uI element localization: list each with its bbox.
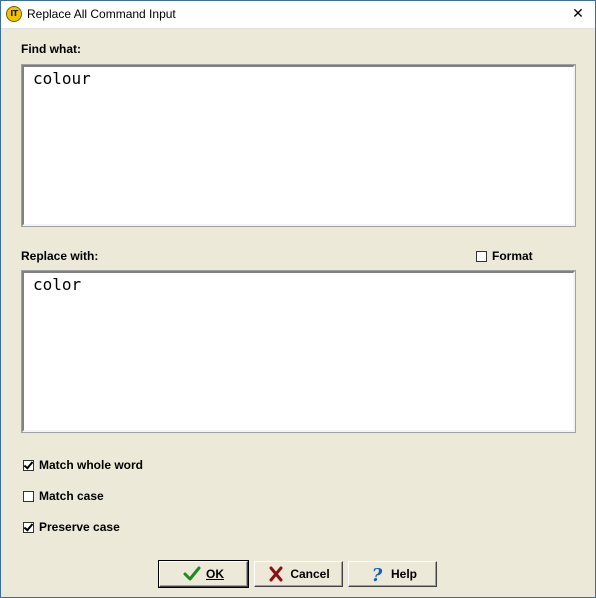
help-button-label: Help: [390, 567, 417, 581]
title-bar[interactable]: IT Replace All Command Input ✕: [1, 1, 595, 29]
format-label: Format: [492, 249, 533, 263]
match-case-label: Match case: [39, 489, 104, 503]
match-whole-word-row[interactable]: Match whole word: [23, 457, 143, 473]
replace-all-dialog: IT Replace All Command Input ✕ Find what…: [0, 0, 596, 598]
cancel-button[interactable]: Cancel: [254, 561, 343, 587]
x-mark-icon: [267, 565, 285, 583]
checkmark-icon: [183, 565, 201, 583]
question-mark-icon: ?: [368, 565, 386, 583]
preserve-case-label: Preserve case: [39, 520, 120, 534]
ok-button-label: OK: [206, 567, 224, 581]
replace-with-input[interactable]: [21, 270, 576, 433]
help-button[interactable]: ? Help: [348, 561, 437, 587]
preserve-case-row[interactable]: Preserve case: [23, 519, 120, 535]
ok-button[interactable]: OK: [158, 560, 249, 588]
match-case-row[interactable]: Match case: [23, 488, 104, 504]
close-icon: ✕: [572, 6, 584, 22]
match-whole-word-checkbox[interactable]: [23, 459, 34, 471]
match-whole-word-label: Match whole word: [39, 458, 144, 472]
replace-with-label: Replace with:: [21, 249, 99, 263]
window-title: Replace All Command Input: [27, 7, 176, 21]
cancel-button-label: Cancel: [290, 567, 330, 581]
app-logo-icon: IT: [6, 6, 22, 22]
find-what-label: Find what:: [21, 42, 81, 56]
find-what-input[interactable]: [21, 64, 576, 227]
preserve-case-checkbox[interactable]: [23, 521, 34, 533]
close-button[interactable]: ✕: [561, 1, 595, 28]
format-checkbox[interactable]: [476, 250, 487, 262]
match-case-checkbox[interactable]: [23, 490, 34, 502]
format-checkbox-row[interactable]: Format: [476, 248, 533, 264]
svg-text:?: ?: [372, 565, 383, 583]
